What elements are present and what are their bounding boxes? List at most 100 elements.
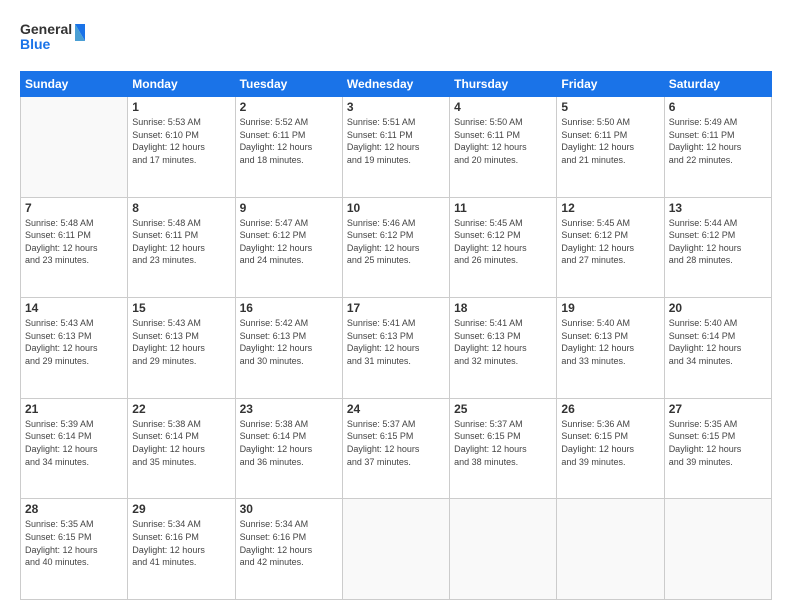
- calendar-cell: 11 Sunrise: 5:45 AM Sunset: 6:12 PM Dayli…: [450, 197, 557, 298]
- logo: General Blue: [20, 16, 90, 61]
- day-number: 6: [669, 100, 767, 114]
- calendar-cell: 5 Sunrise: 5:50 AM Sunset: 6:11 PM Daylig…: [557, 97, 664, 198]
- calendar-cell: 16 Sunrise: 5:42 AM Sunset: 6:13 PM Dayli…: [235, 298, 342, 399]
- page: General Blue SundayMondayTuesdayWednesda…: [0, 0, 792, 612]
- day-number: 17: [347, 301, 445, 315]
- header: General Blue: [20, 16, 772, 61]
- weekday-header-wednesday: Wednesday: [342, 72, 449, 97]
- calendar-cell: 2Sunrise: 5:52 AM Sunset: 6:11 PM Daylig…: [235, 97, 342, 198]
- week-row-1: 1 Sunrise: 5:53 AM Sunset: 6:10 PM Daylig…: [21, 97, 772, 198]
- calendar-cell: 27Sunrise: 5:35 AM Sunset: 6:15 PM Dayli…: [664, 398, 771, 499]
- calendar-table: SundayMondayTuesdayWednesdayThursdayFrid…: [20, 71, 772, 600]
- week-row-5: 28 Sunrise: 5:35 AM Sunset: 6:15 PM Dayli…: [21, 499, 772, 600]
- calendar-cell: 10 Sunrise: 5:46 AM Sunset: 6:12 PM Dayli…: [342, 197, 449, 298]
- calendar-cell: 1 Sunrise: 5:53 AM Sunset: 6:10 PM Daylig…: [128, 97, 235, 198]
- day-number: 20: [669, 301, 767, 315]
- week-row-3: 14 Sunrise: 5:43 AM Sunset: 6:13 PM Dayli…: [21, 298, 772, 399]
- day-info: Sunrise: 5:46 AM Sunset: 6:12 PM Dayligh…: [347, 217, 445, 267]
- day-number: 30: [240, 502, 338, 516]
- day-info: Sunrise: 5:48 AM Sunset: 6:11 PM Dayligh…: [132, 217, 230, 267]
- day-number: 24: [347, 402, 445, 416]
- calendar-cell: 13 Sunrise: 5:44 AM Sunset: 6:12 PM Dayli…: [664, 197, 771, 298]
- calendar-cell: 12 Sunrise: 5:45 AM Sunset: 6:12 PM Dayli…: [557, 197, 664, 298]
- day-info: Sunrise: 5:51 AM Sunset: 6:11 PM Dayligh…: [347, 116, 445, 166]
- svg-text:General: General: [20, 21, 72, 37]
- calendar-cell: 4 Sunrise: 5:50 AM Sunset: 6:11 PM Daylig…: [450, 97, 557, 198]
- day-info: Sunrise: 5:43 AM Sunset: 6:13 PM Dayligh…: [25, 317, 123, 367]
- day-number: 8: [132, 201, 230, 215]
- day-info: Sunrise: 5:39 AM Sunset: 6:14 PM Dayligh…: [25, 418, 123, 468]
- day-number: 15: [132, 301, 230, 315]
- calendar-cell: 29 Sunrise: 5:34 AM Sunset: 6:16 PM Dayli…: [128, 499, 235, 600]
- calendar-cell: 9 Sunrise: 5:47 AM Sunset: 6:12 PM Daylig…: [235, 197, 342, 298]
- day-info: Sunrise: 5:41 AM Sunset: 6:13 PM Dayligh…: [454, 317, 552, 367]
- day-number: 23: [240, 402, 338, 416]
- day-info: Sunrise: 5:42 AM Sunset: 6:13 PM Dayligh…: [240, 317, 338, 367]
- day-number: 19: [561, 301, 659, 315]
- weekday-header-saturday: Saturday: [664, 72, 771, 97]
- calendar-cell: 20 Sunrise: 5:40 AM Sunset: 6:14 PM Dayli…: [664, 298, 771, 399]
- weekday-header-monday: Monday: [128, 72, 235, 97]
- day-number: 21: [25, 402, 123, 416]
- calendar-cell: 24Sunrise: 5:37 AM Sunset: 6:15 PM Dayli…: [342, 398, 449, 499]
- day-info: Sunrise: 5:35 AM Sunset: 6:15 PM Dayligh…: [25, 518, 123, 568]
- day-info: Sunrise: 5:36 AM Sunset: 6:15 PM Dayligh…: [561, 418, 659, 468]
- weekday-header-tuesday: Tuesday: [235, 72, 342, 97]
- day-number: 12: [561, 201, 659, 215]
- day-info: Sunrise: 5:47 AM Sunset: 6:12 PM Dayligh…: [240, 217, 338, 267]
- calendar-cell: 19 Sunrise: 5:40 AM Sunset: 6:13 PM Dayli…: [557, 298, 664, 399]
- calendar-cell: 6Sunrise: 5:49 AM Sunset: 6:11 PM Daylig…: [664, 97, 771, 198]
- logo-area: General Blue: [20, 16, 90, 61]
- day-info: Sunrise: 5:45 AM Sunset: 6:12 PM Dayligh…: [454, 217, 552, 267]
- day-number: 18: [454, 301, 552, 315]
- day-info: Sunrise: 5:37 AM Sunset: 6:15 PM Dayligh…: [454, 418, 552, 468]
- day-number: 13: [669, 201, 767, 215]
- day-number: 1: [132, 100, 230, 114]
- day-info: Sunrise: 5:40 AM Sunset: 6:13 PM Dayligh…: [561, 317, 659, 367]
- calendar-cell: [342, 499, 449, 600]
- day-number: 27: [669, 402, 767, 416]
- calendar-cell: [557, 499, 664, 600]
- day-info: Sunrise: 5:50 AM Sunset: 6:11 PM Dayligh…: [454, 116, 552, 166]
- calendar-cell: 21 Sunrise: 5:39 AM Sunset: 6:14 PM Dayli…: [21, 398, 128, 499]
- calendar-cell: [664, 499, 771, 600]
- calendar-cell: 28 Sunrise: 5:35 AM Sunset: 6:15 PM Dayli…: [21, 499, 128, 600]
- day-number: 5: [561, 100, 659, 114]
- day-info: Sunrise: 5:43 AM Sunset: 6:13 PM Dayligh…: [132, 317, 230, 367]
- day-number: 7: [25, 201, 123, 215]
- day-number: 4: [454, 100, 552, 114]
- day-info: Sunrise: 5:53 AM Sunset: 6:10 PM Dayligh…: [132, 116, 230, 166]
- week-row-4: 21 Sunrise: 5:39 AM Sunset: 6:14 PM Dayli…: [21, 398, 772, 499]
- day-info: Sunrise: 5:38 AM Sunset: 6:14 PM Dayligh…: [132, 418, 230, 468]
- calendar-cell: 22Sunrise: 5:38 AM Sunset: 6:14 PM Dayli…: [128, 398, 235, 499]
- calendar-cell: [450, 499, 557, 600]
- weekday-header-sunday: Sunday: [21, 72, 128, 97]
- day-number: 29: [132, 502, 230, 516]
- calendar-cell: 15 Sunrise: 5:43 AM Sunset: 6:13 PM Dayli…: [128, 298, 235, 399]
- day-number: 28: [25, 502, 123, 516]
- day-info: Sunrise: 5:52 AM Sunset: 6:11 PM Dayligh…: [240, 116, 338, 166]
- weekday-header-thursday: Thursday: [450, 72, 557, 97]
- day-number: 14: [25, 301, 123, 315]
- calendar-cell: 3Sunrise: 5:51 AM Sunset: 6:11 PM Daylig…: [342, 97, 449, 198]
- day-number: 16: [240, 301, 338, 315]
- day-info: Sunrise: 5:50 AM Sunset: 6:11 PM Dayligh…: [561, 116, 659, 166]
- calendar-cell: 25Sunrise: 5:37 AM Sunset: 6:15 PM Dayli…: [450, 398, 557, 499]
- calendar-cell: 18 Sunrise: 5:41 AM Sunset: 6:13 PM Dayli…: [450, 298, 557, 399]
- calendar-cell: 7 Sunrise: 5:48 AM Sunset: 6:11 PM Daylig…: [21, 197, 128, 298]
- calendar-cell: 26 Sunrise: 5:36 AM Sunset: 6:15 PM Dayli…: [557, 398, 664, 499]
- day-info: Sunrise: 5:44 AM Sunset: 6:12 PM Dayligh…: [669, 217, 767, 267]
- day-info: Sunrise: 5:40 AM Sunset: 6:14 PM Dayligh…: [669, 317, 767, 367]
- calendar-cell: 8 Sunrise: 5:48 AM Sunset: 6:11 PM Daylig…: [128, 197, 235, 298]
- day-number: 11: [454, 201, 552, 215]
- day-number: 10: [347, 201, 445, 215]
- svg-text:Blue: Blue: [20, 36, 51, 52]
- day-info: Sunrise: 5:48 AM Sunset: 6:11 PM Dayligh…: [25, 217, 123, 267]
- day-number: 9: [240, 201, 338, 215]
- weekday-header-friday: Friday: [557, 72, 664, 97]
- day-number: 26: [561, 402, 659, 416]
- day-info: Sunrise: 5:34 AM Sunset: 6:16 PM Dayligh…: [132, 518, 230, 568]
- day-info: Sunrise: 5:45 AM Sunset: 6:12 PM Dayligh…: [561, 217, 659, 267]
- week-row-2: 7 Sunrise: 5:48 AM Sunset: 6:11 PM Daylig…: [21, 197, 772, 298]
- day-info: Sunrise: 5:41 AM Sunset: 6:13 PM Dayligh…: [347, 317, 445, 367]
